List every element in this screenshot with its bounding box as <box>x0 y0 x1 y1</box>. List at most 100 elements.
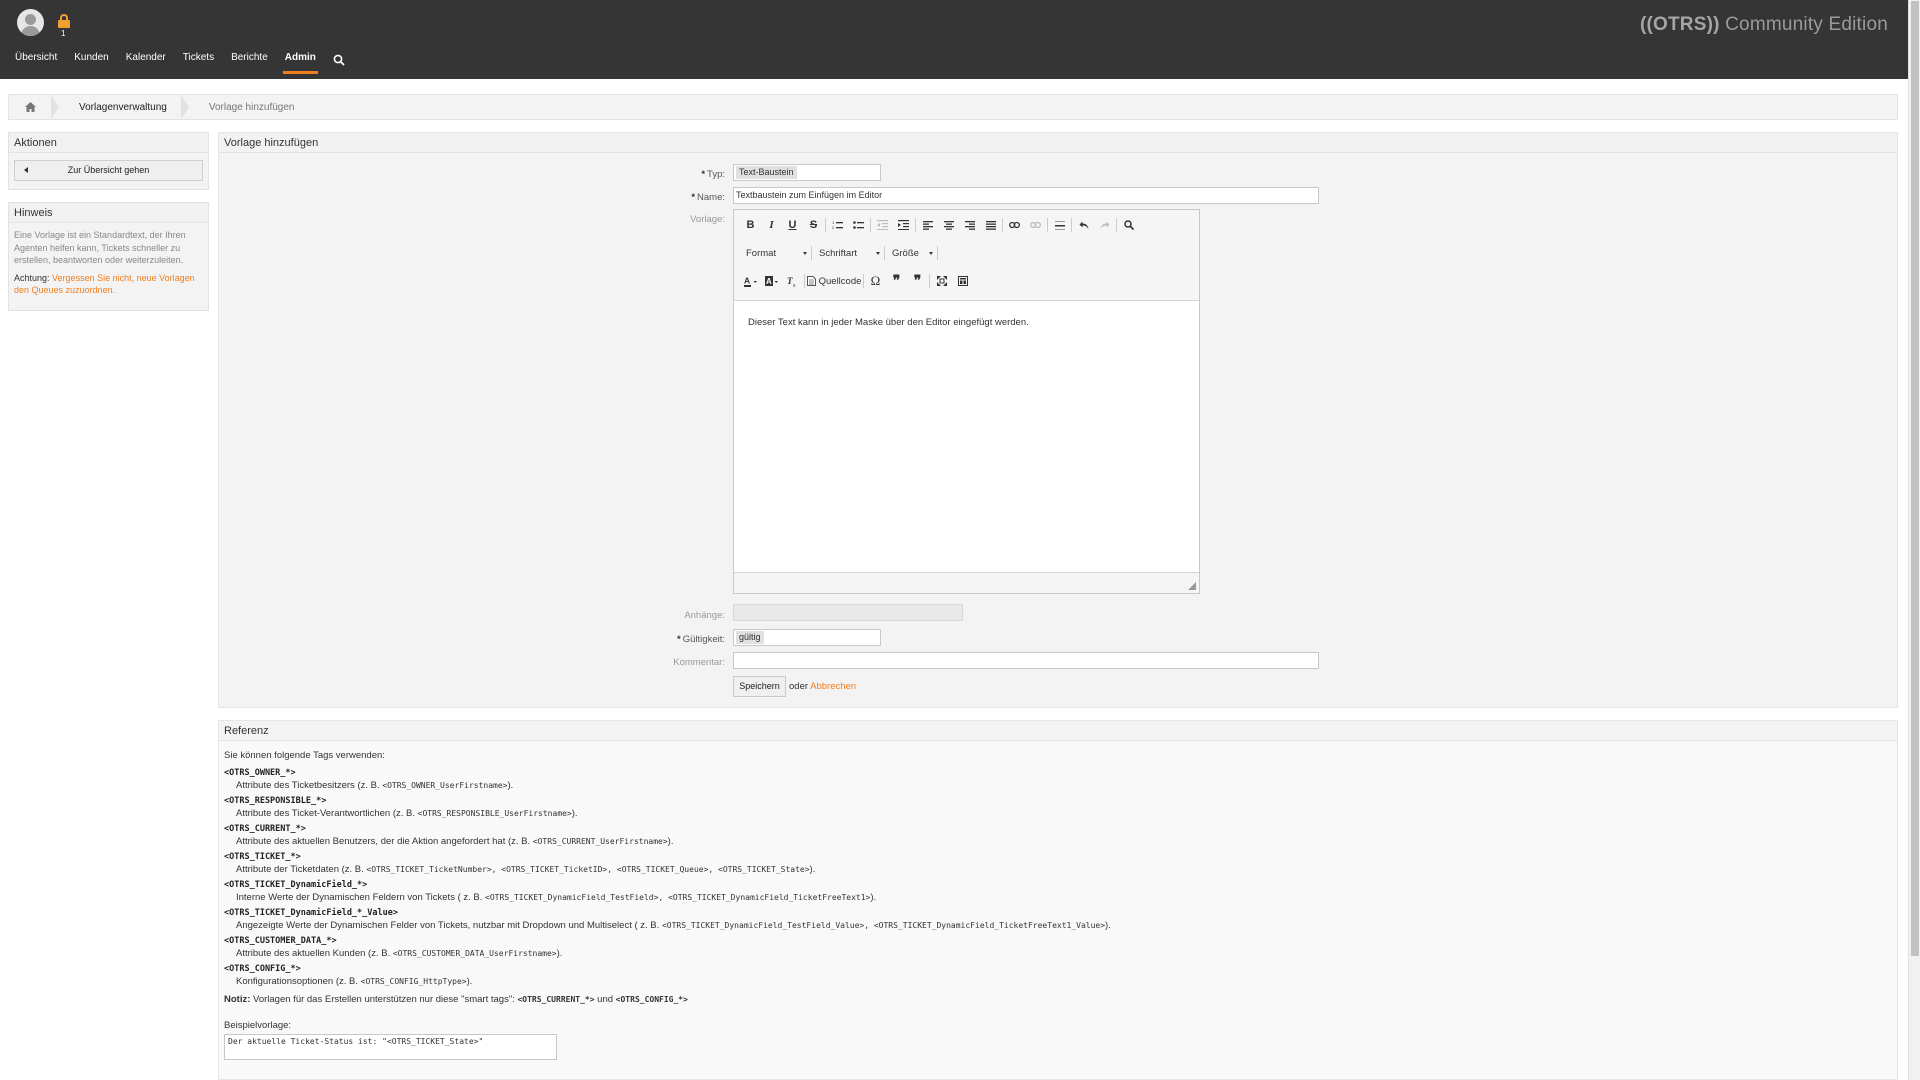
tag-description: Attribute des Ticket-Verantwortlichen (z… <box>236 808 578 819</box>
indent-button[interactable] <box>893 216 914 234</box>
unlink-button[interactable] <box>1025 216 1046 234</box>
go-to-overview-label: Zur Übersicht gehen <box>67 165 150 175</box>
cancel-link[interactable]: Abbrechen <box>810 681 856 692</box>
type-select[interactable]: Text-Baustein <box>733 164 881 181</box>
actions-title: Aktionen <box>9 133 208 153</box>
reference-content: Sie können folgende Tags verwenden: <OTR… <box>224 750 1884 1060</box>
nav-calendar[interactable]: Kalender <box>126 52 166 74</box>
redo-icon <box>1100 221 1109 229</box>
maximize-button[interactable] <box>931 272 952 290</box>
source-button[interactable]: Quellcode <box>806 272 862 290</box>
warning-label: Achtung: <box>14 272 50 283</box>
add-template-form: Vorlage hinzufügen * Typ: Text-Baustein *… <box>218 132 1898 708</box>
show-blocks-button[interactable] <box>952 272 973 290</box>
reference-note: Notiz: Vorlagen für das Erstellen unters… <box>224 994 688 1005</box>
editor-content-area[interactable]: Dieser Text kann in jeder Maske über den… <box>734 300 1199 573</box>
resize-handle-icon[interactable] <box>1188 582 1196 590</box>
numbered-list-button[interactable]: 12 <box>827 216 848 234</box>
align-left-button[interactable] <box>917 216 938 234</box>
arrow-left-icon <box>24 167 28 173</box>
tag-description: Attribute des aktuellen Kunden (z. B. <O… <box>236 948 563 959</box>
remove-format-button[interactable]: Tx <box>782 272 803 290</box>
save-button[interactable]: Speichern <box>733 676 786 697</box>
background-color-icon: A <box>764 275 778 286</box>
top-header: 1 ((OTRS)) Community Edition Übersicht K… <box>0 0 1908 79</box>
text-color-button[interactable]: A <box>740 272 761 290</box>
validity-select[interactable]: gültig <box>733 629 881 646</box>
tag-description: Attribute des aktuellen Benutzers, der d… <box>236 836 674 847</box>
italic-button[interactable]: I <box>761 216 782 234</box>
outdent-button[interactable] <box>872 216 893 234</box>
user-avatar[interactable] <box>17 9 44 36</box>
name-field[interactable]: Textbaustein zum Einfügen im Editor <box>733 187 1319 204</box>
form-title: Vorlage hinzufügen <box>219 133 1897 153</box>
format-dropdown[interactable]: Format <box>740 244 810 262</box>
link-icon <box>1009 221 1020 229</box>
tag-name: <OTRS_TICKET_DynamicField_*> <box>224 880 368 890</box>
special-char-omega-icon[interactable]: Ω <box>865 272 886 290</box>
template-label: Vorlage: <box>690 214 725 225</box>
horizontal-line-button[interactable] <box>1049 216 1070 234</box>
tag-name: <OTRS_CUSTOMER_DATA_*> <box>224 936 337 946</box>
go-to-overview-button[interactable]: Zur Übersicht gehen <box>14 160 203 181</box>
locked-tickets-count: 1 <box>61 29 66 38</box>
nav-admin[interactable]: Admin <box>282 52 318 74</box>
page-scrollbar[interactable] <box>1908 0 1920 1080</box>
svg-text:x: x <box>793 283 796 287</box>
scrollbar-thumb[interactable] <box>1911 1 1919 956</box>
svg-text:A: A <box>766 277 772 286</box>
redo-button[interactable] <box>1094 216 1115 234</box>
find-button[interactable] <box>1118 216 1139 234</box>
or-text: oder <box>789 681 809 692</box>
hint-warning: Achtung: Vergessen Sie nicht, neue Vorla… <box>14 272 203 297</box>
tag-name: <OTRS_CONFIG_*> <box>224 964 301 974</box>
nav-overview[interactable]: Übersicht <box>15 52 57 74</box>
search-icon[interactable] <box>333 54 345 66</box>
horizontal-line-icon <box>1054 220 1065 230</box>
background-color-button[interactable]: A <box>761 272 782 290</box>
editor-toolbar-row-2: Format Schriftart Größe <box>740 243 939 263</box>
nav-customers[interactable]: Kunden <box>74 52 108 74</box>
hint-text: Eine Vorlage ist ein Standardtext, der I… <box>14 230 186 265</box>
blockquote-icon[interactable]: ❞ <box>886 272 907 290</box>
tag-description: Konfigurationsoptionen (z. B. <OTRS_CONF… <box>236 976 473 987</box>
tag-name: <OTRS_TICKET_DynamicField_*_Value> <box>224 908 398 918</box>
remove-quote-icon[interactable]: ❞ <box>907 272 928 290</box>
tag-name: <OTRS_OWNER_*> <box>224 768 296 778</box>
breadcrumb-separator <box>51 95 59 119</box>
nav-reports[interactable]: Berichte <box>231 52 268 74</box>
validity-selected-value: gültig <box>736 631 764 644</box>
justify-button[interactable] <box>980 216 1001 234</box>
attachments-field[interactable] <box>733 604 963 621</box>
underline-button[interactable]: U <box>782 216 803 234</box>
strikethrough-button[interactable]: S <box>803 216 824 234</box>
font-dropdown[interactable]: Schriftart <box>813 244 883 262</box>
tag-name: <OTRS_RESPONSIBLE_*> <box>224 796 327 806</box>
link-button[interactable] <box>1004 216 1025 234</box>
tag-description: Attribute der Ticketdaten (z. B. <OTRS_T… <box>236 864 816 875</box>
undo-button[interactable] <box>1073 216 1094 234</box>
locked-tickets-lock-icon[interactable]: 1 <box>58 14 70 38</box>
bold-button[interactable]: B <box>740 216 761 234</box>
reference-intro: Sie können folgende Tags verwenden: <box>224 750 385 761</box>
name-label: * Name: <box>691 192 725 203</box>
find-icon <box>1123 220 1134 230</box>
align-center-icon <box>943 220 954 230</box>
align-center-button[interactable] <box>938 216 959 234</box>
breadcrumb-add-template: Vorlage hinzufügen <box>208 101 295 113</box>
reference-box: Referenz Sie können folgende Tags verwen… <box>218 720 1898 1080</box>
nav-tickets[interactable]: Tickets <box>183 52 214 74</box>
svg-text:A: A <box>744 276 750 286</box>
attachments-label: Anhänge: <box>684 610 725 621</box>
align-right-icon <box>964 220 975 230</box>
size-dropdown[interactable]: Größe <box>886 244 936 262</box>
rich-text-editor: B I U S 12 Format Schriftart Größe A A T… <box>733 209 1200 594</box>
bullet-list-button[interactable] <box>848 216 869 234</box>
align-right-button[interactable] <box>959 216 980 234</box>
example-template-field[interactable]: Der aktuelle Ticket-Status ist: "<OTRS_T… <box>224 1034 557 1060</box>
undo-icon <box>1079 221 1088 229</box>
breadcrumb-home[interactable] <box>9 95 51 119</box>
breadcrumb-template-management[interactable]: Vorlagenverwaltung <box>59 102 181 113</box>
reference-title: Referenz <box>219 721 1897 741</box>
comment-field[interactable] <box>733 652 1319 669</box>
